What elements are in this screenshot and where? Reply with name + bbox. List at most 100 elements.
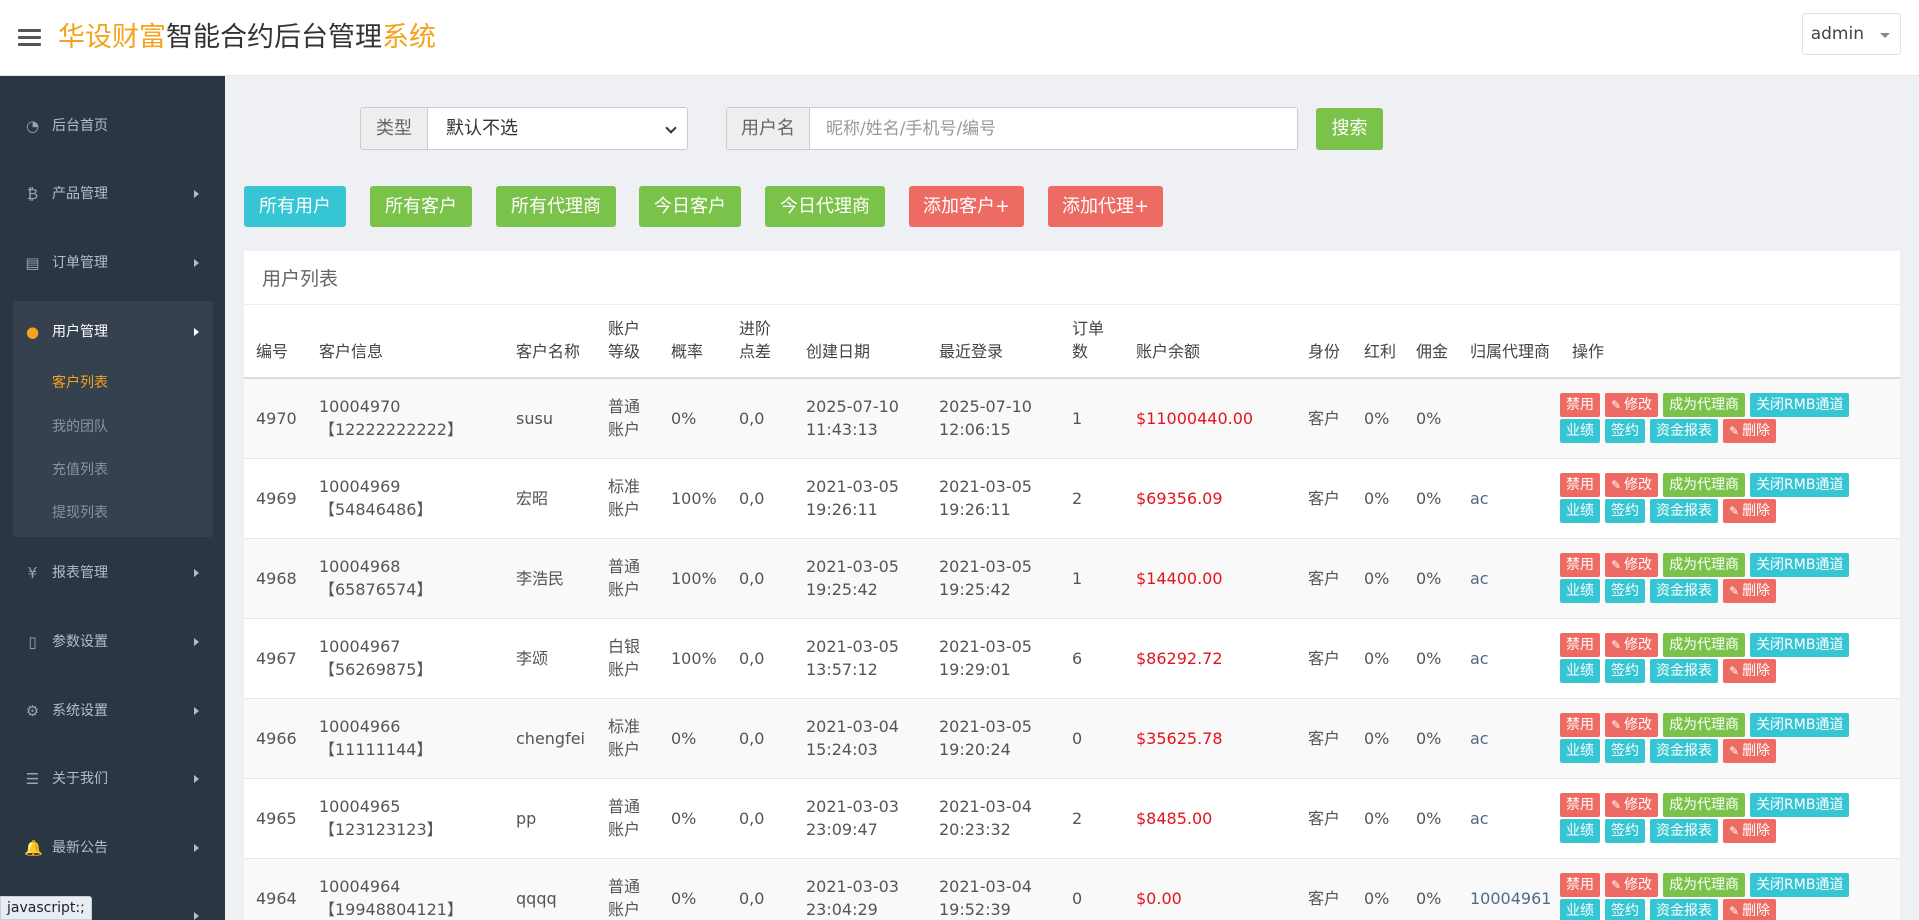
make-agent-button[interactable]: 成为代理商 [1663,873,1746,897]
sign-button[interactable]: 签约 [1605,659,1645,683]
fund-report-button[interactable]: 资金报表 [1650,899,1718,920]
close-rmb-button[interactable]: 关闭RMB通道 [1750,793,1850,817]
cell-agent[interactable]: ac [1458,698,1560,779]
sidebar-item-home[interactable]: ◔ 后台首页 [0,106,225,146]
make-agent-button[interactable]: 成为代理商 [1663,713,1746,737]
fund-report-button[interactable]: 资金报表 [1650,419,1718,444]
performance-button[interactable]: 业绩 [1560,419,1600,444]
fund-report-button[interactable]: 资金报表 [1650,739,1718,763]
make-agent-button[interactable]: 成为代理商 [1663,473,1746,497]
cell-agent[interactable]: ac [1458,538,1560,619]
filter-all-agents-button[interactable]: 所有代理商 [496,186,616,227]
sign-button[interactable]: 签约 [1605,419,1645,444]
performance-button[interactable]: 业绩 [1560,499,1600,523]
performance-button[interactable]: 业绩 [1560,899,1600,920]
disable-button[interactable]: 禁用 [1560,873,1600,897]
close-rmb-button[interactable]: 关闭RMB通道 [1750,553,1850,577]
sign-button[interactable]: 签约 [1605,819,1645,843]
edit-button[interactable]: ✎ 修改 [1605,873,1659,897]
delete-button[interactable]: ✎ 删除 [1723,899,1777,920]
sidebar-sub-my-team[interactable]: 我的团队 [52,416,108,436]
sidebar-item-orders[interactable]: ▤ 订单管理 [0,243,225,283]
sidebar-item-notices[interactable]: 🔔 最新公告 [0,828,225,868]
delete-button[interactable]: ✎ 删除 [1723,659,1777,683]
sidebar-item-params[interactable]: ▯ 参数设置 [0,622,225,662]
cell-bonus: 0% [1352,458,1404,539]
search-button[interactable]: 搜索 [1316,108,1383,150]
performance-button[interactable]: 业绩 [1560,659,1600,683]
created-date: 2021-03-03 [806,877,899,896]
performance-button[interactable]: 业绩 [1560,819,1600,843]
disable-button[interactable]: 禁用 [1560,633,1600,657]
delete-button[interactable]: ✎ 删除 [1723,419,1777,444]
customer-number: 10004964 [319,877,401,896]
disable-button[interactable]: 禁用 [1560,393,1600,418]
make-agent-button[interactable]: 成为代理商 [1663,553,1746,577]
type-select[interactable]: 默认不选 [428,108,687,149]
disable-button[interactable]: 禁用 [1560,793,1600,817]
sign-button[interactable]: 签约 [1605,739,1645,763]
sidebar-item-products[interactable]: ₿ 产品管理 [0,174,225,214]
filter-today-agents-button[interactable]: 今日代理商 [765,186,885,227]
cell-rate: 0% [659,698,727,779]
cell-role: 客户 [1296,858,1352,920]
sidebar-item-users[interactable]: ● 用户管理 [0,312,225,352]
created-date: 2021-03-05 [806,477,899,496]
sign-button[interactable]: 签约 [1605,499,1645,523]
filter-all-users-button[interactable]: 所有用户 [244,186,346,227]
cell-agent[interactable]: ac [1458,458,1560,539]
disable-button[interactable]: 禁用 [1560,713,1600,737]
delete-button[interactable]: ✎ 删除 [1723,579,1777,603]
fund-report-button[interactable]: 资金报表 [1650,819,1718,843]
pencil-icon: ✎ [1611,718,1622,732]
cell-agent[interactable]: 10004961 [1458,858,1560,920]
close-rmb-button[interactable]: 关闭RMB通道 [1750,713,1850,737]
filter-all-customers-button[interactable]: 所有客户 [370,186,472,227]
sidebar-sub-withdraw-list[interactable]: 提现列表 [52,502,108,522]
edit-button[interactable]: ✎ 修改 [1605,393,1659,418]
cell-agent[interactable]: ac [1458,618,1560,699]
pencil-icon: ✎ [1729,424,1740,439]
delete-button[interactable]: ✎ 删除 [1723,499,1777,523]
cell-agent[interactable] [1458,378,1560,459]
cell-orders: 0 [1060,698,1124,779]
close-rmb-button[interactable]: 关闭RMB通道 [1750,393,1850,418]
admin-dropdown[interactable]: admin [1801,13,1901,55]
sidebar-item-reports[interactable]: ¥ 报表管理 [0,553,225,593]
sidebar-sub-customer-list[interactable]: 客户列表 [52,372,108,392]
sign-button[interactable]: 签约 [1605,899,1645,920]
cell-agent[interactable]: ac [1458,778,1560,859]
gears-icon: ⚙ [25,702,40,720]
disable-button[interactable]: 禁用 [1560,553,1600,577]
delete-button[interactable]: ✎ 删除 [1723,739,1777,763]
add-customer-button[interactable]: 添加客户+ [909,186,1024,227]
edit-button[interactable]: ✎ 修改 [1605,553,1659,577]
performance-button[interactable]: 业绩 [1560,739,1600,763]
close-rmb-button[interactable]: 关闭RMB通道 [1750,873,1850,897]
sidebar-item-about[interactable]: ☰ 关于我们 [0,759,225,799]
make-agent-button[interactable]: 成为代理商 [1663,633,1746,657]
close-rmb-button[interactable]: 关闭RMB通道 [1750,633,1850,657]
edit-button[interactable]: ✎ 修改 [1605,473,1659,497]
close-rmb-button[interactable]: 关闭RMB通道 [1750,473,1850,497]
make-agent-button[interactable]: 成为代理商 [1663,393,1746,418]
performance-button[interactable]: 业绩 [1560,579,1600,603]
sidebar-item-label: 报表管理 [52,565,108,581]
edit-button[interactable]: ✎ 修改 [1605,793,1659,817]
filter-today-customers-button[interactable]: 今日客户 [639,186,741,227]
sidebar-sub-deposit-list[interactable]: 充值列表 [52,459,108,479]
make-agent-button[interactable]: 成为代理商 [1663,793,1746,817]
sign-button[interactable]: 签约 [1605,579,1645,603]
cell-operations: 禁用 ✎ 修改 成为代理商 关闭RMB通道业绩 签约 资金报表 ✎ 删除 [1560,618,1900,699]
edit-button[interactable]: ✎ 修改 [1605,713,1659,737]
add-agent-button[interactable]: 添加代理+ [1048,186,1163,227]
fund-report-button[interactable]: 资金报表 [1650,659,1718,683]
edit-button[interactable]: ✎ 修改 [1605,633,1659,657]
menu-toggle-icon[interactable] [18,29,41,47]
fund-report-button[interactable]: 资金报表 [1650,579,1718,603]
fund-report-button[interactable]: 资金报表 [1650,499,1718,523]
username-input[interactable] [810,108,1297,149]
disable-button[interactable]: 禁用 [1560,473,1600,497]
sidebar-item-system[interactable]: ⚙ 系统设置 [0,691,225,731]
delete-button[interactable]: ✎ 删除 [1723,819,1777,843]
